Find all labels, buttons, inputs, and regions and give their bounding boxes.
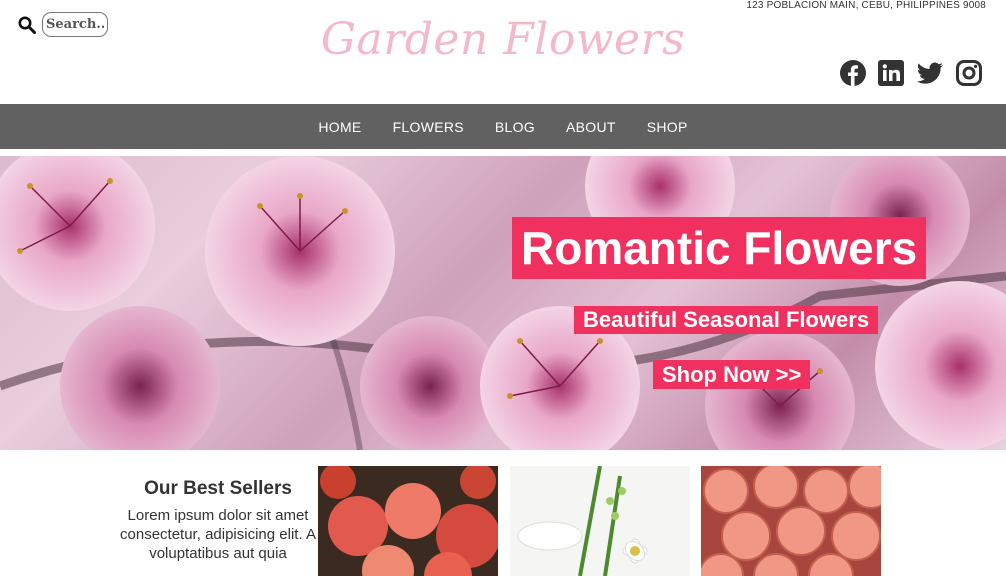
site-logo[interactable]: Garden Flowers <box>0 14 1006 65</box>
linkedin-icon[interactable] <box>878 60 904 86</box>
best-sellers-intro: Our Best Sellers Lorem ipsum dolor sit a… <box>120 478 316 563</box>
cherry-blossom-image <box>0 156 1006 450</box>
hero-subtitle: Beautiful Seasonal Flowers <box>574 306 879 334</box>
instagram-icon[interactable] <box>956 60 982 86</box>
product-image-lilies[interactable] <box>510 466 690 576</box>
nav-blog[interactable]: BLOG <box>495 119 535 135</box>
main-nav: HOME FLOWERS BLOG ABOUT SHOP <box>0 104 1006 149</box>
hero-banner <box>0 156 1006 450</box>
section-title: Our Best Sellers <box>144 478 292 499</box>
nav-shop[interactable]: SHOP <box>647 119 688 135</box>
nav-home[interactable]: HOME <box>318 119 361 135</box>
product-image-carnations[interactable] <box>318 466 498 576</box>
twitter-icon[interactable] <box>916 60 944 86</box>
social-links <box>840 60 982 86</box>
hero-title: Romantic Flowers <box>512 217 927 279</box>
shop-now-button[interactable]: Shop Now >> <box>653 360 811 389</box>
product-image-roses[interactable] <box>701 466 881 576</box>
facebook-icon[interactable] <box>840 60 866 86</box>
section-description: Lorem ipsum dolor sit amet consectetur, … <box>120 507 316 562</box>
nav-about[interactable]: ABOUT <box>566 119 616 135</box>
nav-flowers[interactable]: FLOWERS <box>393 119 464 135</box>
store-address: 123 POBLACION MAIN, CEBU, PHILIPPINES 90… <box>746 0 986 11</box>
